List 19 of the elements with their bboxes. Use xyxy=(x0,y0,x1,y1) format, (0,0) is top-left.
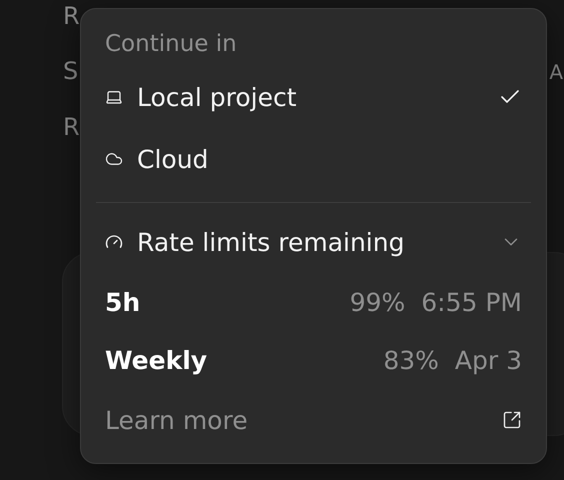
learn-more-link[interactable]: Learn more xyxy=(105,406,488,434)
laptop-icon xyxy=(105,88,123,106)
menu-item[interactable]: Local project xyxy=(105,66,522,128)
background-text: R xyxy=(63,4,80,28)
background-text: S xyxy=(63,59,78,83)
external-link-icon xyxy=(502,410,522,430)
limit-name: Weekly xyxy=(105,346,208,374)
limit-percent: 83% xyxy=(383,346,439,374)
menu-header: Continue in xyxy=(105,30,238,59)
menu-item[interactable]: Cloud xyxy=(105,128,522,190)
gauge-icon xyxy=(105,233,123,251)
limit-name: 5h xyxy=(105,288,142,316)
background-text: A xyxy=(549,60,563,84)
background-text: R xyxy=(63,115,80,139)
limit-reset-time: 6:55 PM xyxy=(421,288,522,316)
cloud-icon xyxy=(105,150,123,168)
limit-reset-time: Apr 3 xyxy=(454,346,522,374)
limit-percent: 99% xyxy=(350,288,406,316)
rate-limits-toggle[interactable]: Rate limits remaining xyxy=(105,211,522,273)
